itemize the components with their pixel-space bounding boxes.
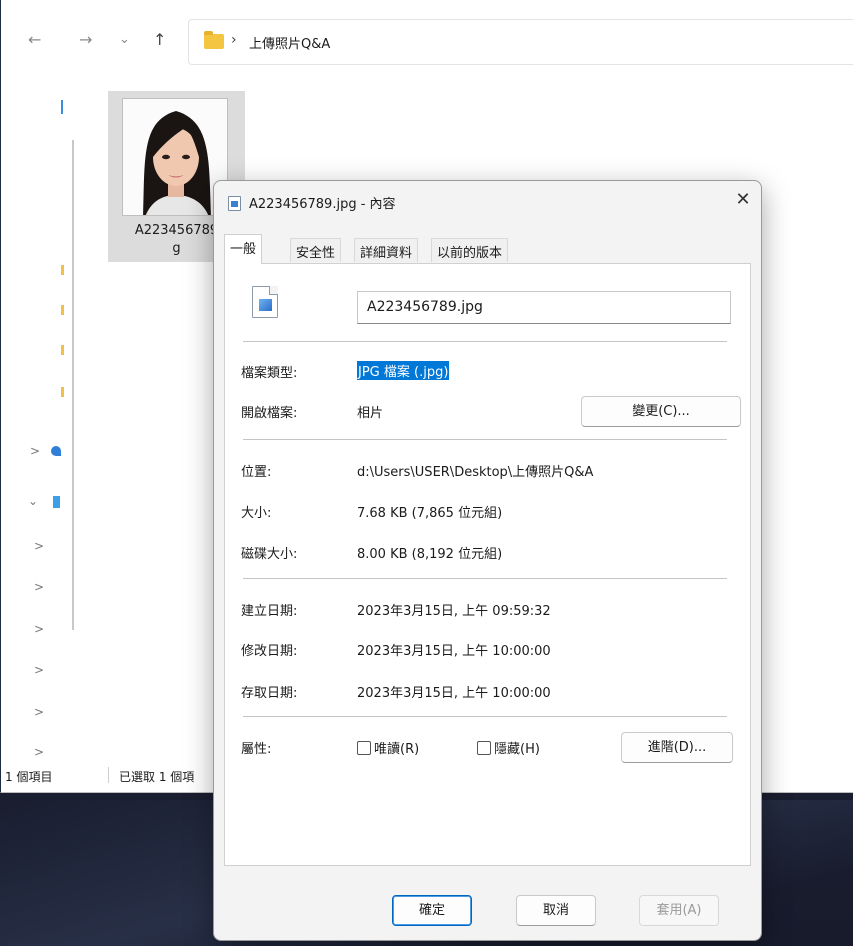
nav-pane-item-marker	[61, 345, 64, 355]
tab-details[interactable]: 詳細資料	[354, 238, 419, 262]
size-label: 大小:	[241, 506, 272, 521]
nav-expand-chevron-icon[interactable]: >	[30, 444, 40, 458]
location-value: d:\Users\USER\Desktop\上傳照片Q&A	[357, 465, 594, 480]
opens-with-value: 相片	[357, 406, 384, 421]
accessed-label: 存取日期:	[241, 686, 298, 701]
general-tab-panel: A223456789.jpg 檔案類型: JPG 檔案 (.jpg) 開啟檔案:…	[224, 263, 751, 866]
nav-expand-chevron-icon[interactable]: >	[34, 745, 44, 759]
hidden-option[interactable]: 隱藏(H)	[477, 738, 540, 757]
up-arrow-icon[interactable]: ↑	[153, 30, 166, 50]
size-value: 7.68 KB (7,865 位元組)	[357, 506, 503, 521]
nav-expand-chevron-icon[interactable]: >	[34, 705, 44, 719]
hidden-label: 隱藏(H)	[494, 742, 540, 757]
forward-arrow-icon[interactable]: →	[79, 30, 92, 50]
nav-pane-item-marker	[61, 100, 63, 114]
size-on-disk-value: 8.00 KB (8,192 位元組)	[357, 547, 503, 562]
nav-pane-item-marker	[61, 265, 64, 275]
recent-locations-chevron-icon[interactable]: ⌄	[119, 30, 130, 50]
ok-button[interactable]: 確定	[392, 895, 472, 926]
filename-field[interactable]: A223456789.jpg	[357, 291, 731, 324]
nav-pane-scrollbar[interactable]	[72, 140, 74, 630]
address-bar[interactable]: › 上傳照片Q&A	[188, 19, 853, 65]
file-type-label: 檔案類型:	[241, 366, 298, 381]
readonly-checkbox[interactable]	[357, 741, 371, 755]
modified-label: 修改日期:	[241, 644, 298, 659]
status-divider	[108, 767, 109, 783]
onedrive-icon	[51, 446, 61, 456]
properties-dialog: A223456789.jpg - 內容 ✕ 一般 安全性 詳細資料 以前的版本 …	[213, 180, 762, 941]
tab-general[interactable]: 一般	[224, 234, 263, 264]
readonly-label: 唯讀(R)	[374, 742, 420, 757]
created-label: 建立日期:	[241, 604, 298, 619]
size-on-disk-label: 磁碟大小:	[241, 547, 298, 562]
nav-pane-item-marker	[61, 305, 64, 315]
nav-expand-chevron-icon[interactable]: >	[34, 539, 44, 553]
status-bar: 1 個項目 已選取 1 個項	[1, 765, 231, 785]
dialog-title: A223456789.jpg - 內容	[249, 197, 396, 212]
nav-expand-chevron-icon[interactable]: >	[34, 622, 44, 636]
tab-previous-versions[interactable]: 以前的版本	[431, 238, 509, 262]
image-file-icon	[228, 196, 241, 211]
this-pc-icon	[53, 496, 60, 508]
divider	[243, 578, 727, 579]
modified-value: 2023年3月15日, 上午 10:00:00	[357, 644, 551, 659]
file-type-value[interactable]: JPG 檔案 (.jpg)	[357, 361, 450, 380]
advanced-button[interactable]: 進階(D)...	[621, 732, 733, 763]
nav-expand-chevron-icon[interactable]: >	[34, 580, 44, 594]
location-label: 位置:	[241, 465, 272, 480]
image-file-icon	[252, 286, 278, 318]
nav-pane-item-marker	[61, 387, 64, 397]
folder-icon	[204, 31, 224, 49]
apply-button[interactable]: 套用(A)	[639, 895, 719, 926]
status-selected-count: 已選取 1 個項	[119, 770, 195, 784]
hidden-checkbox[interactable]	[477, 741, 491, 755]
accessed-value: 2023年3月15日, 上午 10:00:00	[357, 686, 551, 701]
change-app-button[interactable]: 變更(C)...	[581, 396, 741, 427]
tab-security[interactable]: 安全性	[290, 238, 342, 262]
nav-expand-chevron-icon[interactable]: >	[34, 663, 44, 677]
breadcrumb-current-folder[interactable]: 上傳照片Q&A	[249, 33, 330, 52]
back-arrow-icon[interactable]: ←	[28, 30, 41, 50]
breadcrumb-separator-icon: ›	[231, 32, 237, 48]
created-value: 2023年3月15日, 上午 09:59:32	[357, 604, 551, 619]
nav-collapse-chevron-icon[interactable]: ⌄	[28, 494, 38, 508]
opens-with-label: 開啟檔案:	[241, 406, 298, 421]
readonly-option[interactable]: 唯讀(R)	[357, 738, 419, 757]
close-icon[interactable]: ✕	[731, 189, 755, 210]
attributes-label: 屬性:	[241, 742, 272, 757]
divider	[243, 341, 727, 342]
status-item-count: 1 個項目	[5, 770, 53, 784]
cancel-button[interactable]: 取消	[516, 895, 596, 926]
divider	[243, 439, 727, 440]
divider	[243, 716, 727, 717]
